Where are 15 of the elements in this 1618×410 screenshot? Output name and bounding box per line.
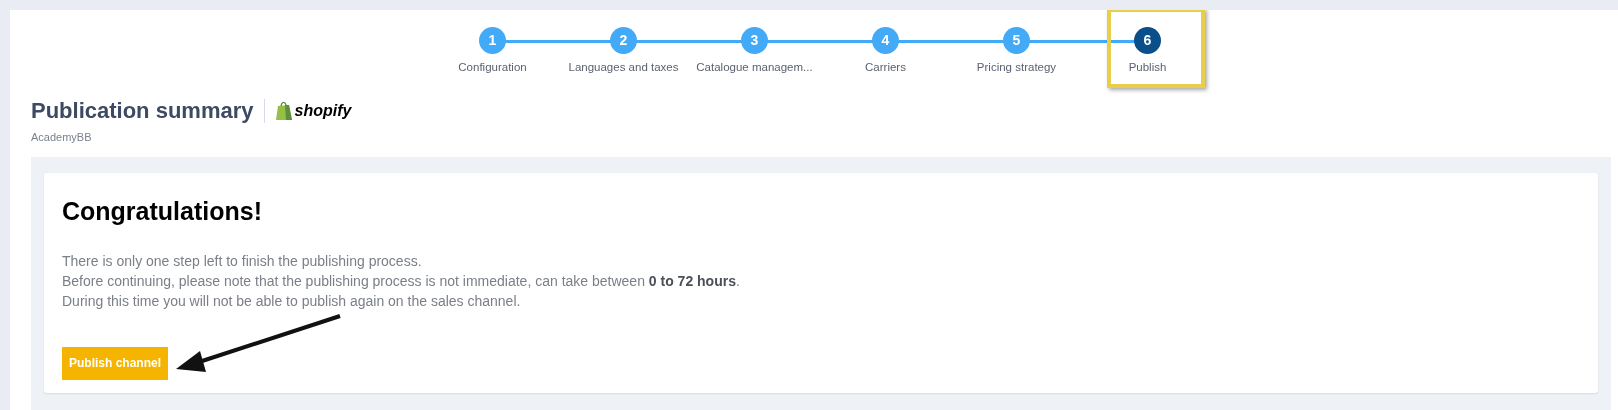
publish-button[interactable]: Publish channel [62,346,168,380]
store-name: AcademyBB [31,130,93,146]
step-label: Publish [1128,60,1167,75]
page-title: Publication summary [31,97,254,126]
step-label: Pricing strategy [976,60,1057,75]
shopping-bag-icon [274,100,293,121]
message-text: During this time you will not be able to publish again on the sales channel. [62,291,522,311]
step-label: Languages and taxes [568,60,679,75]
card-heading: Congratulations! [62,196,263,227]
message-text: Before continuing, please note that the publishing process is not immediate, can take between 0 to 72 hours. [62,271,741,291]
step-label: Catalogue managem... [696,60,813,75]
step-label: Carriers [865,60,906,75]
step-label: Configuration [458,60,527,75]
brand-name: shopify [294,100,352,121]
message-text: There is only one step left to finish the publishing process. [62,251,423,271]
